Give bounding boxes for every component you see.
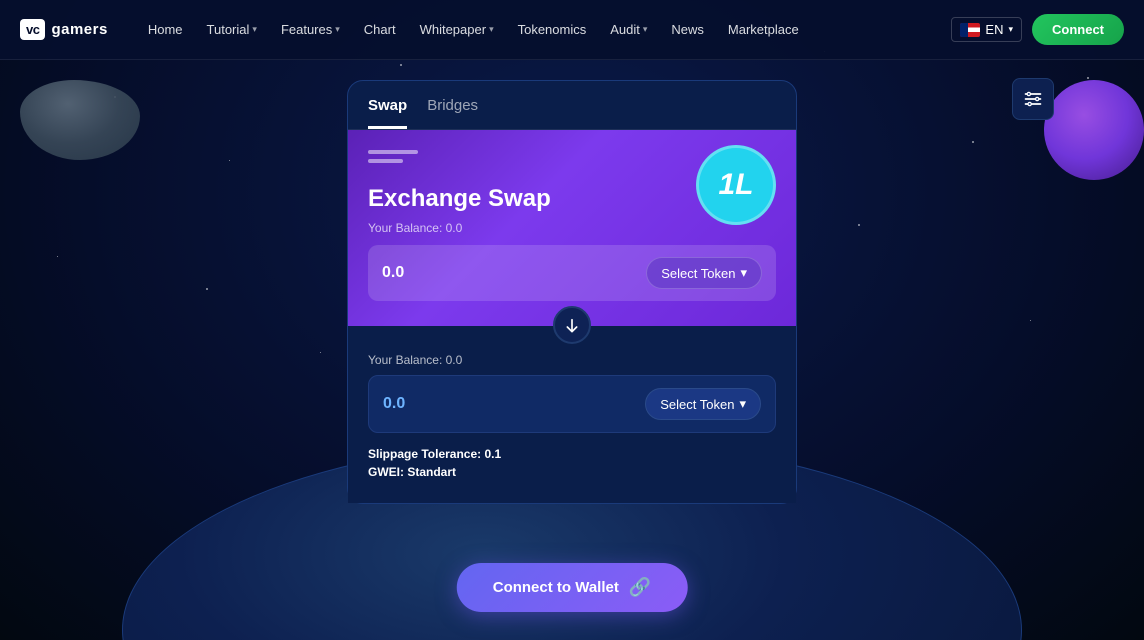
logo-text: gamers — [51, 21, 107, 38]
header-line-1 — [368, 150, 418, 154]
features-chevron-icon: ▾ — [335, 24, 340, 35]
navbar: vc gamers Home Tutorial ▾ Features ▾ Cha… — [0, 0, 1144, 60]
swap-header: 1L Exchange Swap Your Balance: 0.0 0.0 S… — [348, 130, 796, 326]
nav-marketplace[interactable]: Marketplace — [718, 16, 809, 43]
balance-top-label: Your Balance: 0.0 — [368, 221, 776, 235]
nav-features[interactable]: Features ▾ — [271, 16, 350, 43]
settings-icon — [1023, 89, 1043, 109]
connect-wallet-button[interactable]: Connect to Wallet 🔗 — [457, 563, 688, 612]
amount-top[interactable]: 0.0 — [382, 264, 636, 282]
swap-direction-button[interactable] — [553, 306, 591, 344]
token-input-bottom: 0.0 Select Token ▾ — [368, 375, 776, 433]
select-token-top-chevron-icon: ▾ — [740, 265, 747, 281]
header-lines — [368, 150, 418, 163]
swap-card: Swap Bridges 1L Exchange Swap Your Balan… — [347, 80, 797, 504]
nav-home[interactable]: Home — [138, 16, 193, 43]
language-selector[interactable]: EN ▾ — [951, 17, 1022, 42]
token-input-top: 0.0 Select Token ▾ — [368, 245, 776, 301]
swap-logo-symbol: 1L — [718, 168, 753, 202]
flag-icon — [960, 23, 980, 37]
amount-bottom[interactable]: 0.0 — [383, 395, 635, 413]
lang-chevron-icon: ▾ — [1008, 24, 1013, 35]
nav-tokenomics[interactable]: Tokenomics — [508, 16, 597, 43]
connect-button[interactable]: Connect — [1032, 14, 1124, 45]
link-icon: 🔗 — [629, 577, 651, 598]
nav-tutorial[interactable]: Tutorial ▾ — [197, 16, 267, 43]
slippage-info: Slippage Tolerance: 0.1 — [368, 447, 776, 461]
swap-bottom: Your Balance: 0.0 0.0 Select Token ▾ Sli… — [348, 325, 796, 503]
audit-chevron-icon: ▾ — [643, 24, 648, 35]
select-token-bottom-button[interactable]: Select Token ▾ — [645, 388, 761, 420]
nav-items: Home Tutorial ▾ Features ▾ Chart Whitepa… — [138, 16, 952, 43]
nav-chart[interactable]: Chart — [354, 16, 406, 43]
card-tabs: Swap Bridges — [348, 81, 796, 130]
swap-logo-circle: 1L — [696, 145, 776, 225]
whitepaper-chevron-icon: ▾ — [489, 24, 494, 35]
header-line-2 — [368, 159, 403, 163]
arrow-down-icon — [564, 317, 580, 333]
gwei-info: GWEI: Standart — [368, 465, 776, 479]
tab-swap[interactable]: Swap — [368, 97, 407, 129]
select-token-bottom-chevron-icon: ▾ — [739, 396, 746, 412]
connect-wallet-container: Connect to Wallet 🔗 — [457, 563, 688, 612]
lang-label: EN — [985, 22, 1003, 37]
orb-decoration — [1044, 80, 1144, 180]
nav-whitepaper[interactable]: Whitepaper ▾ — [410, 16, 504, 43]
tab-bridges[interactable]: Bridges — [427, 97, 478, 129]
nav-right: EN ▾ Connect — [951, 14, 1124, 45]
nav-audit[interactable]: Audit ▾ — [600, 16, 657, 43]
tutorial-chevron-icon: ▾ — [252, 24, 257, 35]
balance-bottom-label: Your Balance: 0.0 — [368, 353, 776, 367]
select-token-top-button[interactable]: Select Token ▾ — [646, 257, 762, 289]
settings-button[interactable] — [1012, 78, 1054, 120]
nav-news[interactable]: News — [661, 16, 714, 43]
logo-box: vc — [20, 19, 45, 40]
logo[interactable]: vc gamers — [20, 19, 108, 40]
